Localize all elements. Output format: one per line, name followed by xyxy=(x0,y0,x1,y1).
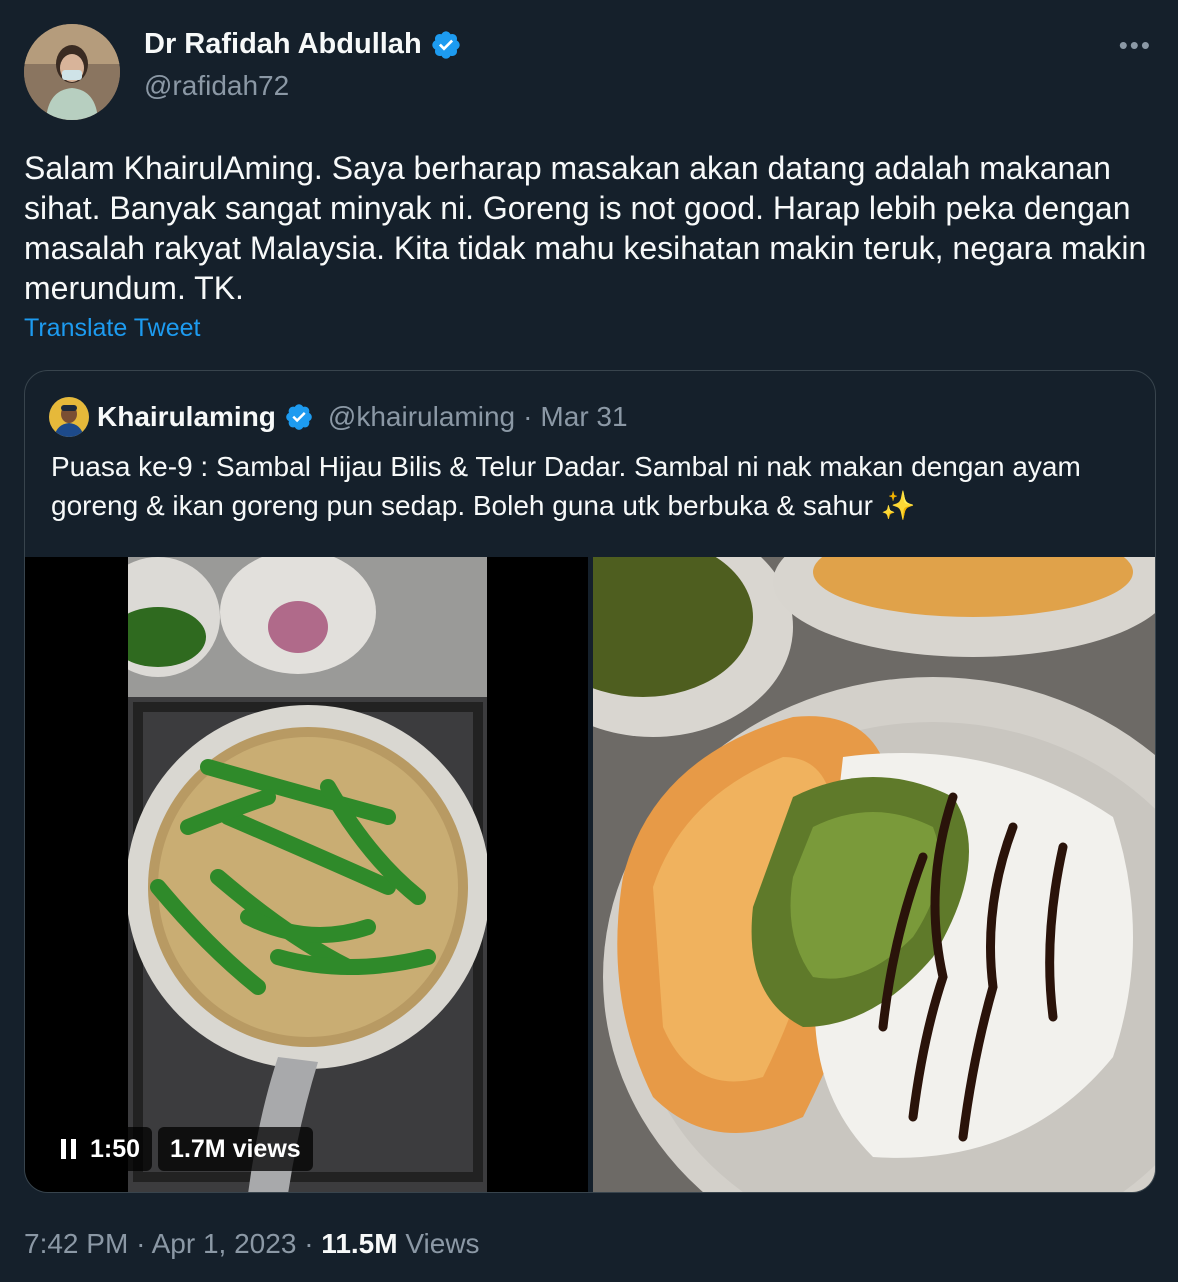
pause-icon[interactable] xyxy=(61,1139,76,1159)
quoted-tweet-header: Khairulaming @khairulaming · Mar 31 xyxy=(49,397,628,437)
tweet-time[interactable]: 7:42 PM xyxy=(24,1228,128,1259)
views-label[interactable]: Views xyxy=(405,1228,479,1259)
footer-separator: · xyxy=(304,1228,314,1259)
views-count[interactable]: 11.5M xyxy=(321,1228,397,1259)
author-handle[interactable]: @rafidah72 xyxy=(144,70,289,102)
verified-badge-icon xyxy=(286,404,312,430)
food-photo[interactable] xyxy=(593,557,1155,1192)
footer-separator: · xyxy=(136,1228,146,1259)
quoted-date[interactable]: Mar 31 xyxy=(540,401,627,433)
verified-badge-icon xyxy=(431,30,460,59)
quoted-handle[interactable]: @khairulaming xyxy=(328,401,515,433)
more-options-icon[interactable]: ••• xyxy=(1119,30,1152,61)
video-thumbnail[interactable] xyxy=(128,557,487,1192)
video-player[interactable]: 1:50 1.7M views xyxy=(25,557,588,1192)
video-controls: 1:50 1.7M views xyxy=(49,1127,313,1171)
quoted-tweet[interactable]: Khairulaming @khairulaming · Mar 31 Puas… xyxy=(24,370,1156,1193)
author-name-text[interactable]: Dr Rafidah Abdullah xyxy=(144,28,422,61)
tweet-container: Dr Rafidah Abdullah @rafidah72 ••• Salam… xyxy=(0,0,1178,1282)
quoted-author-name[interactable]: Khairulaming xyxy=(97,401,276,433)
video-playback-control[interactable]: 1:50 xyxy=(49,1127,153,1171)
author-name[interactable]: Dr Rafidah Abdullah xyxy=(144,28,462,61)
author-avatar[interactable] xyxy=(24,24,120,120)
translate-tweet-link[interactable]: Translate Tweet xyxy=(24,314,200,343)
tweet-text: Salam KhairulAming. Saya berharap masaka… xyxy=(24,150,1147,306)
tweet-metadata: 7:42 PM · Apr 1, 2023 · 11.5M Views xyxy=(24,1228,480,1260)
video-views-badge: 1.7M views xyxy=(158,1127,313,1171)
video-views: 1.7M views xyxy=(170,1134,301,1163)
quoted-avatar[interactable] xyxy=(49,397,89,437)
tweet-date[interactable]: Apr 1, 2023 xyxy=(152,1228,297,1259)
video-time: 1:50 xyxy=(90,1134,141,1163)
quoted-tweet-text: Puasa ke-9 : Sambal Hijau Bilis & Telur … xyxy=(51,451,1081,521)
quoted-separator: · xyxy=(523,401,533,432)
